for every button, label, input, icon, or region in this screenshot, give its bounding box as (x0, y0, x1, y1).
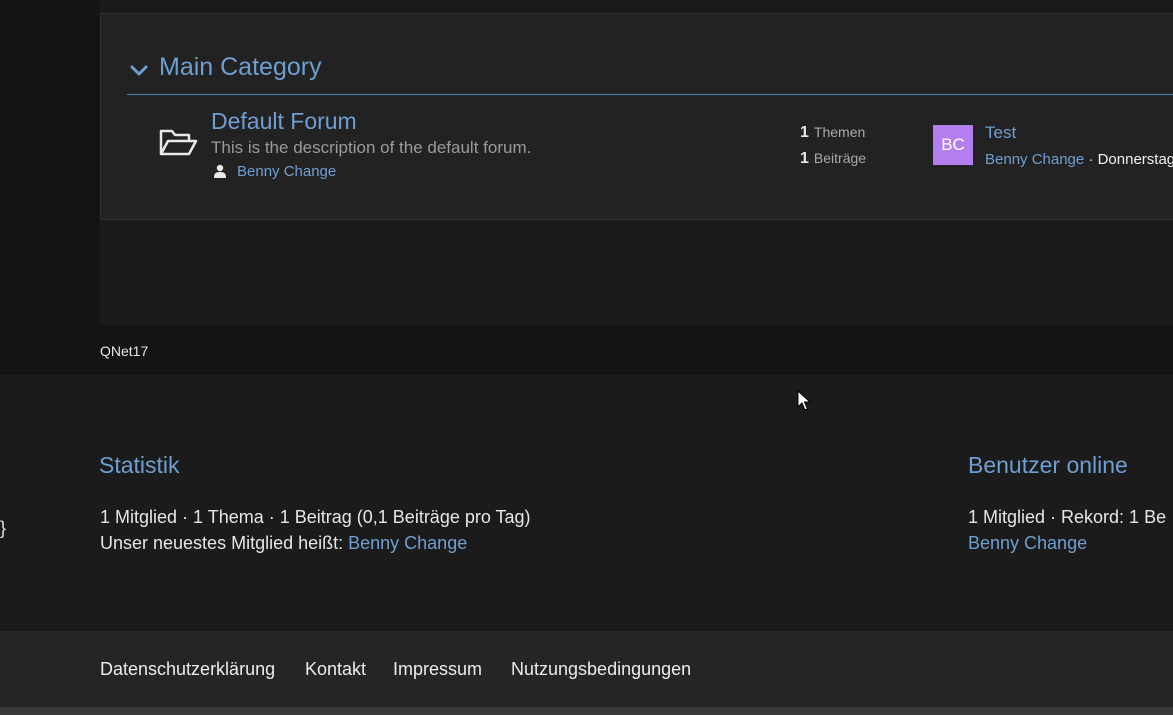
statistics-summary: 1 Mitglied · 1 Thema · 1 Beitrag (0,1 Be… (100, 507, 531, 527)
last-post-meta: Benny Change · Donnerstag (985, 150, 1173, 170)
meta-separator: · (1084, 151, 1098, 168)
brand-bar: QNet17 (0, 325, 1173, 375)
brand-name: QNet17 (100, 343, 149, 359)
footer-link-imprint[interactable]: Impressum (393, 658, 482, 680)
posts-count: 1 (800, 150, 809, 167)
online-summary: 1 Mitglied · Rekord: 1 Be (968, 507, 1167, 527)
category-box: Main Category Default Forum This is the … (100, 13, 1173, 220)
topics-stat: 1 Themen (800, 122, 865, 143)
last-post-title-link[interactable]: Test (985, 122, 1016, 144)
user-icon (214, 164, 226, 178)
mouse-cursor-icon (797, 390, 811, 411)
page: Main Category Default Forum This is the … (0, 0, 1173, 715)
stray-brace: } (0, 518, 7, 538)
newest-member-link[interactable]: Benny Change (348, 533, 467, 553)
online-title: Benutzer online (968, 452, 1128, 478)
footer-links: Datenschutzerklärung Kontakt Impressum N… (0, 631, 1173, 707)
avatar[interactable]: BC (933, 125, 973, 165)
board-section: Main Category Default Forum This is the … (0, 0, 1173, 325)
bottom-strip (0, 707, 1173, 715)
left-margin (0, 0, 100, 325)
folder-open-icon (159, 129, 198, 156)
category-header[interactable]: Main Category (127, 52, 1173, 95)
statistics-title: Statistik (99, 452, 180, 478)
topics-label: Themen (813, 124, 866, 140)
newest-member-line: Unser neuestes Mitglied heißt: Benny Cha… (100, 532, 467, 554)
category-title[interactable]: Main Category (159, 52, 322, 82)
moderator-link[interactable]: Benny Change (237, 162, 336, 182)
last-post-date[interactable]: Donnerstag (1098, 151, 1173, 168)
footer-link-terms[interactable]: Nutzungsbedingungen (511, 658, 691, 680)
posts-stat: 1 Beiträge (800, 148, 866, 169)
footer-link-contact[interactable]: Kontakt (305, 658, 366, 680)
topics-count: 1 (800, 124, 809, 141)
forum-description: This is the description of the default f… (211, 138, 532, 157)
forum-title-link[interactable]: Default Forum (211, 107, 357, 135)
posts-label: Beiträge (813, 150, 867, 166)
footer-link-privacy[interactable]: Datenschutzerklärung (100, 658, 275, 680)
online-member-link[interactable]: Benny Change (968, 532, 1087, 554)
statistics-section: } Statistik 1 Mitglied · 1 Thema · 1 Bei… (0, 375, 1173, 631)
last-post-author-link[interactable]: Benny Change (985, 151, 1084, 168)
chevron-down-icon[interactable] (129, 60, 149, 80)
newest-member-prefix: Unser neuestes Mitglied heißt: (100, 533, 349, 553)
